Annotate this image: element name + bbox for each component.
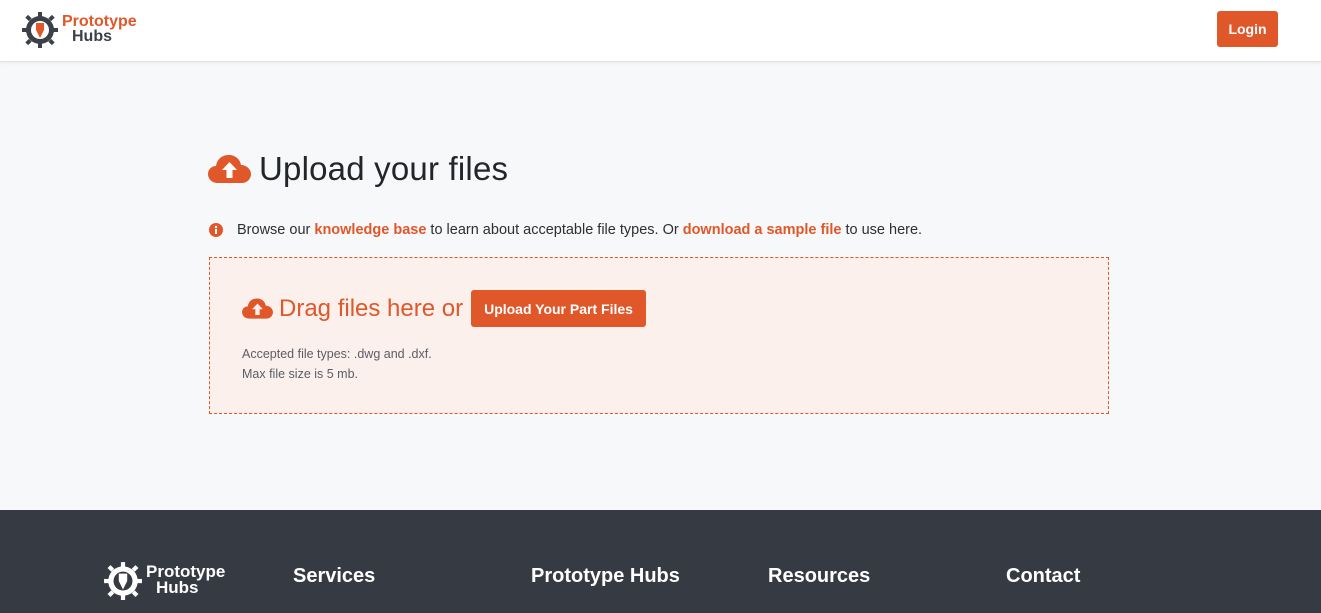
info-icon [209,223,223,237]
file-requirements: Accepted file types: .dwg and .dxf. Max … [242,344,432,384]
footer-logo[interactable]: Prototype Hubs [104,560,225,600]
footer-heading-prototype-hubs: Prototype Hubs [531,565,680,587]
page-title: Upload your files [208,150,508,188]
footer-heading-services: Services [293,565,376,587]
max-size-text: Max file size is 5 mb. [242,367,359,381]
logo-text-line1: Prototype [62,13,137,30]
footer-heading-resources: Resources [768,565,871,587]
site-footer: Prototype Hubs Services Prototype Hubs R… [0,510,1321,613]
login-button[interactable]: Login [1217,11,1278,47]
footer-logo-line2: Hubs [156,578,199,597]
dropzone-prompt: Drag files here or Upload Your Part File… [242,290,646,327]
info-suffix: to use here. [841,222,923,238]
drag-files-text: Drag files here or [279,294,464,322]
knowledge-base-link[interactable]: knowledge base [314,222,426,238]
info-prefix: Browse our [237,222,315,238]
top-navbar: Prototype Hubs Login [0,0,1321,62]
upload-part-files-button[interactable]: Upload Your Part Files [471,290,646,327]
cloud-upload-icon [208,155,251,183]
info-middle: to learn about acceptable file types. Or [426,222,683,238]
gear-logo-icon [104,562,142,600]
gear-logo-icon [22,12,58,48]
file-dropzone[interactable]: Drag files here or Upload Your Part File… [209,257,1109,414]
cloud-upload-icon [242,298,273,319]
logo-text-line2: Hubs [72,28,112,45]
info-message: Browse our knowledge base to learn about… [209,222,922,238]
upload-title: Upload your files [259,150,509,187]
accepted-types-text: Accepted file types: .dwg and .dxf. [242,347,432,361]
site-logo[interactable]: Prototype Hubs [22,10,137,48]
footer-heading-contact: Contact [1006,565,1081,587]
download-sample-link[interactable]: download a sample file [683,222,842,238]
